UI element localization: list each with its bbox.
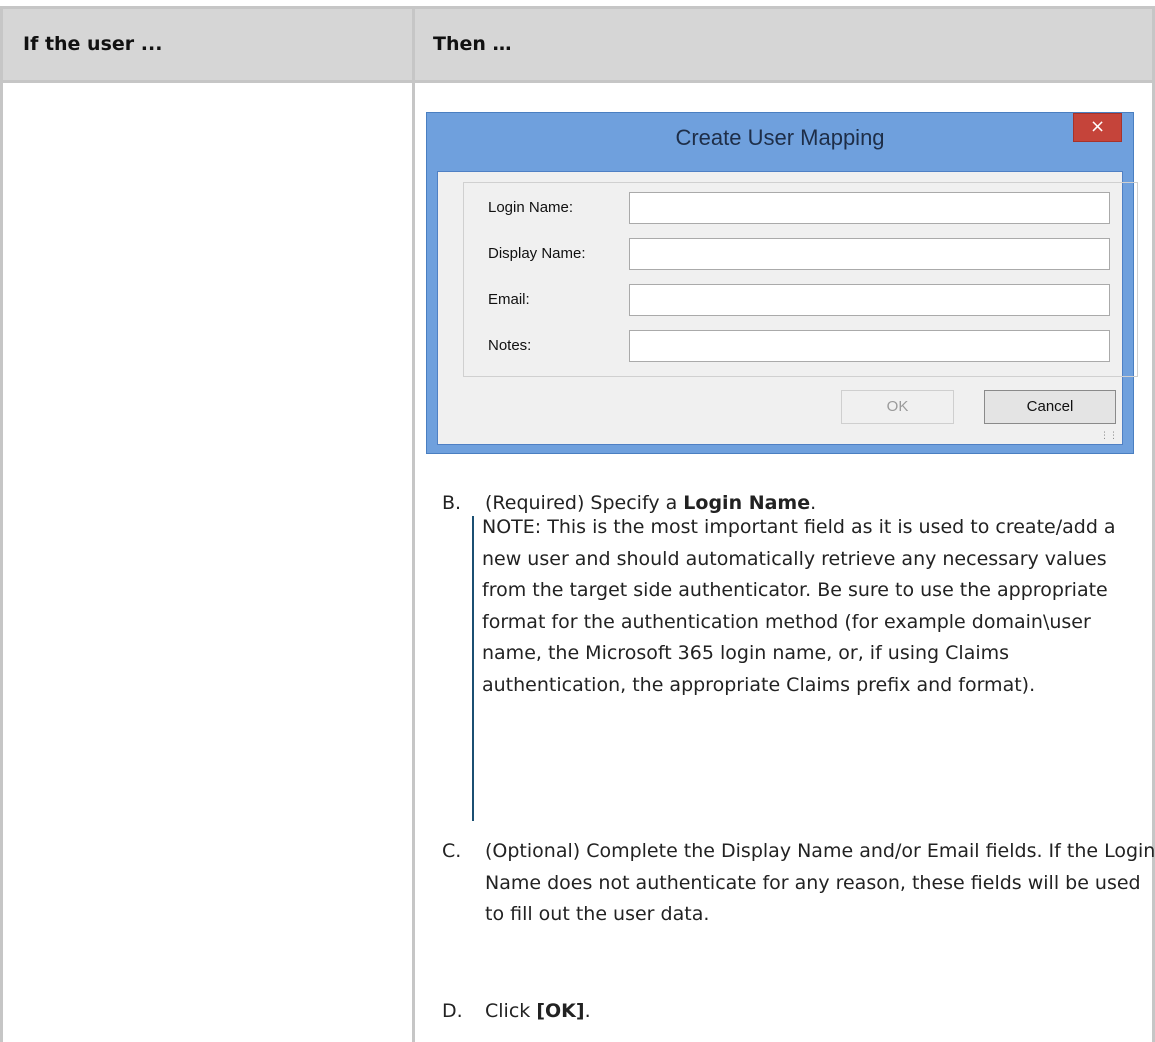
dialog-body: Login Name: Display Name: Email: Notes: …: [437, 171, 1138, 445]
step-c-text: (Optional) Complete the Display Name and…: [485, 840, 1155, 925]
table-header-row: If the user ... Then …: [0, 6, 1155, 83]
step-d-bold: [OK]: [536, 1000, 585, 1022]
table-border-left: [0, 6, 3, 1042]
email-input[interactable]: [629, 284, 1110, 316]
note-text: NOTE: This is the most important field a…: [482, 516, 1116, 696]
step-c-letter: C.: [442, 840, 462, 862]
close-button[interactable]: ×: [1073, 113, 1122, 142]
step-b-pre: (Required) Specify a: [485, 492, 684, 514]
step-b-post: .: [810, 492, 817, 514]
step-b-letter: B.: [442, 492, 462, 514]
close-icon: ×: [1089, 116, 1106, 137]
resize-grip-icon[interactable]: ⋮⋮: [1100, 432, 1118, 441]
create-user-mapping-dialog: Create User Mapping × Login Name: Displa…: [426, 112, 1138, 454]
step-b-bold: Login Name: [683, 492, 811, 514]
cancel-button[interactable]: Cancel: [984, 390, 1116, 424]
note-accent-bar: [472, 516, 474, 821]
notes-input[interactable]: [629, 330, 1110, 362]
step-d-letter: D.: [442, 1000, 463, 1022]
instruction-table: If the user ... Then … Create User Mappi…: [0, 0, 1155, 1042]
step-d-post: .: [584, 1000, 591, 1022]
login-name-input[interactable]: [629, 192, 1110, 224]
notes-label: Notes:: [488, 337, 532, 354]
display-name-input[interactable]: [629, 238, 1110, 270]
ok-button[interactable]: OK: [841, 390, 954, 424]
display-name-label: Display Name:: [488, 245, 586, 262]
dialog-title: Create User Mapping: [675, 125, 885, 150]
column-header-then: Then …: [433, 33, 512, 55]
login-name-label: Login Name:: [488, 199, 574, 216]
column-header-if-the-user: If the user ...: [23, 33, 163, 55]
step-d-pre: Click: [485, 1000, 537, 1022]
email-label: Email:: [488, 291, 530, 308]
table-column-divider: [412, 6, 415, 1042]
step-d-text: Click [OK].: [485, 996, 1155, 1027]
